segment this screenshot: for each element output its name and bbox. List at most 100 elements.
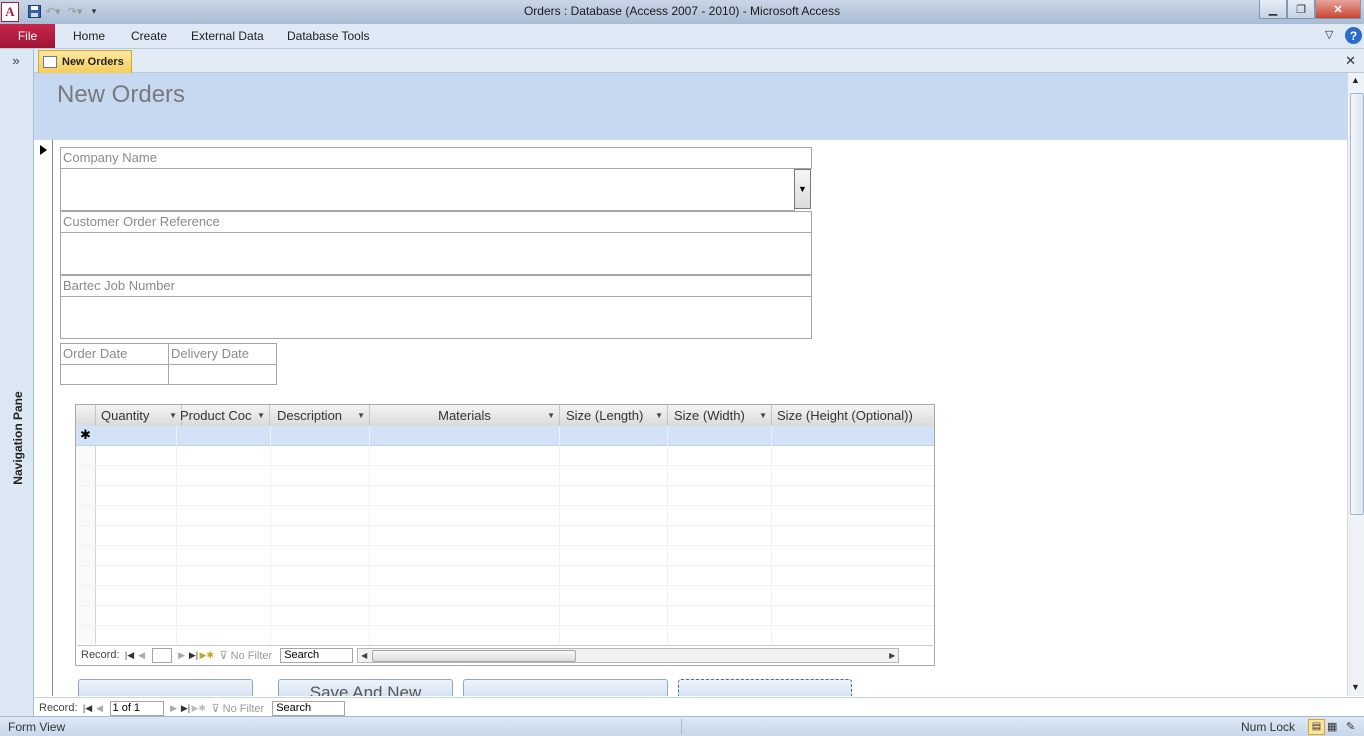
tab-external-data[interactable]: External Data xyxy=(191,29,264,43)
restore-window-button[interactable]: ❐ xyxy=(1287,0,1315,19)
grid-line xyxy=(369,426,370,644)
vertical-scroll-thumb[interactable] xyxy=(1350,93,1364,515)
grid-line xyxy=(667,426,668,644)
column-header-quantity[interactable]: Quantity ▼ xyxy=(96,405,182,426)
title-bar: A ↶▾ ↷▾ ▾ Orders : Database (Access 2007… xyxy=(0,0,1364,24)
first-record-icon[interactable]: |◀ xyxy=(82,703,94,714)
subform-search-box[interactable]: Search xyxy=(280,647,354,663)
first-record-icon[interactable]: |◀ xyxy=(124,650,136,661)
layout-view-icon[interactable]: ▦ xyxy=(1327,720,1337,733)
previous-record-icon[interactable]: ◀ xyxy=(136,650,148,661)
status-bar: Form View Num Lock ▤ ▦ ✎ xyxy=(0,716,1364,736)
close-window-button[interactable]: ✕ xyxy=(1315,0,1361,19)
form-button-3[interactable] xyxy=(463,679,668,696)
bartec-job-number-label: Bartec Job Number xyxy=(60,275,812,297)
view-indicator: Form View xyxy=(8,720,66,734)
company-name-dropdown-button[interactable]: ▼ xyxy=(794,169,811,209)
company-name-combo[interactable] xyxy=(60,168,795,211)
column-header-size-height[interactable]: Size (Height (Optional)) xyxy=(772,405,933,426)
bartec-job-number-field[interactable] xyxy=(60,296,812,339)
scroll-down-icon[interactable]: ▼ xyxy=(1351,682,1360,692)
window-title: Orders : Database (Access 2007 - 2010) -… xyxy=(523,4,841,18)
grid-line xyxy=(76,565,934,566)
form-button-4[interactable] xyxy=(678,679,852,696)
new-record-marker: ✱ xyxy=(80,427,91,442)
grid-line xyxy=(76,485,934,486)
minimize-window-button[interactable]: ▁ xyxy=(1259,0,1287,19)
form-icon xyxy=(43,56,57,68)
ribbon-tab-bar: File Home Create External Data Database … xyxy=(0,24,1364,49)
grid-line xyxy=(270,426,271,644)
navigation-pane: » Navigation Pane xyxy=(0,49,34,716)
window-controls: ▁ ❐ ✕ xyxy=(1259,0,1361,19)
subform-current-record-box[interactable] xyxy=(151,647,172,663)
scroll-left-icon[interactable]: ◀ xyxy=(358,649,370,662)
company-name-label: Company Name xyxy=(60,147,812,169)
customer-order-reference-field[interactable] xyxy=(60,232,812,275)
main-record-navigation: Record: |◀ ◀ 1 of 1 ▶ ▶| ▶✱ ⊽ No Filter … xyxy=(34,697,1364,717)
grid-line xyxy=(76,605,934,606)
delivery-date-field[interactable] xyxy=(168,364,277,385)
subform-record-label: Record: xyxy=(81,649,120,661)
next-record-icon[interactable]: ▶ xyxy=(176,650,188,661)
subform-record-navigation: Record: |◀ ◀ ▶ ▶| ▶✱ ⊽ No Filter Search … xyxy=(77,645,933,664)
form-vertical-scrollbar[interactable]: ▲ ▼ xyxy=(1347,73,1364,696)
order-lines-subform: Quantity ▼ Product Coc ▼ Description ▼ Mate… xyxy=(75,404,935,666)
expand-ribbon-icon[interactable]: ▽ xyxy=(1325,28,1333,41)
help-icon[interactable]: ? xyxy=(1345,27,1362,44)
column-header-materials[interactable]: Materials ▼ xyxy=(370,405,560,426)
column-header-description[interactable]: Description ▼ xyxy=(271,405,370,426)
column-header-size-length[interactable]: Size (Length) ▼ xyxy=(560,405,668,426)
grid-line xyxy=(176,426,177,644)
tab-home[interactable]: Home xyxy=(73,29,105,43)
scroll-up-icon[interactable]: ▲ xyxy=(1351,75,1360,85)
subform-no-filter-indicator[interactable]: ⊽ No Filter xyxy=(220,649,273,662)
scroll-right-icon[interactable]: ▶ xyxy=(886,649,898,662)
form-button-1[interactable] xyxy=(78,679,253,696)
current-record-arrow-icon xyxy=(40,145,47,155)
file-tab[interactable]: File xyxy=(0,24,55,48)
tab-database-tools[interactable]: Database Tools xyxy=(287,29,370,43)
customer-order-reference-label: Customer Order Reference xyxy=(60,211,812,233)
grid-line xyxy=(559,426,560,644)
select-all-corner[interactable] xyxy=(76,405,96,426)
next-record-icon[interactable]: ▶ xyxy=(168,703,180,714)
column-header-product-code[interactable]: Product Coc ▼ xyxy=(177,405,270,426)
datasheet-header: Quantity ▼ Product Coc ▼ Description ▼ Mate… xyxy=(76,405,934,427)
grid-line xyxy=(76,505,934,506)
form-view-icon[interactable]: ▤ xyxy=(1308,719,1325,735)
record-label: Record: xyxy=(39,702,78,714)
navigation-pane-label[interactable]: Navigation Pane xyxy=(11,388,25,488)
form-window: New Orders Company Name ▼ Customer Order… xyxy=(34,73,1347,696)
new-record-row[interactable] xyxy=(76,426,934,446)
horizontal-scroll-thumb[interactable] xyxy=(372,649,577,662)
new-record-icon[interactable]: ▶✱ xyxy=(192,703,206,714)
last-record-icon[interactable]: ▶| xyxy=(188,650,200,661)
current-record-box[interactable]: 1 of 1 xyxy=(109,700,164,716)
previous-record-icon[interactable]: ◀ xyxy=(94,703,106,714)
save-and-new-button[interactable]: Save And New xyxy=(278,679,453,696)
grid-line xyxy=(76,465,934,466)
document-tab-strip: New Orders ✕ xyxy=(34,49,1364,73)
num-lock-indicator: Num Lock xyxy=(1241,720,1296,734)
tab-new-orders-label: New Orders xyxy=(62,56,124,68)
search-box[interactable]: Search xyxy=(272,700,346,716)
column-header-size-width[interactable]: Size (Width) ▼ xyxy=(668,405,772,426)
subform-horizontal-scrollbar[interactable]: ◀ ▶ xyxy=(357,647,900,663)
new-record-icon[interactable]: ▶✱ xyxy=(200,650,214,661)
form-header: New Orders xyxy=(34,73,1347,140)
form-title: New Orders xyxy=(57,81,186,108)
delivery-date-label: Delivery Date xyxy=(168,343,277,365)
close-document-icon[interactable]: ✕ xyxy=(1345,53,1356,69)
no-filter-indicator[interactable]: ⊽ No Filter xyxy=(212,702,265,715)
record-selector[interactable] xyxy=(34,140,53,696)
tab-new-orders[interactable]: New Orders xyxy=(38,50,132,73)
grid-line xyxy=(76,545,934,546)
grid-line xyxy=(76,585,934,586)
tab-create[interactable]: Create xyxy=(131,29,167,43)
grid-line xyxy=(76,525,934,526)
order-date-field[interactable] xyxy=(60,364,169,385)
design-view-icon[interactable]: ✎ xyxy=(1346,720,1355,733)
last-record-icon[interactable]: ▶| xyxy=(180,703,192,714)
expand-nav-pane-icon[interactable]: » xyxy=(0,53,32,68)
